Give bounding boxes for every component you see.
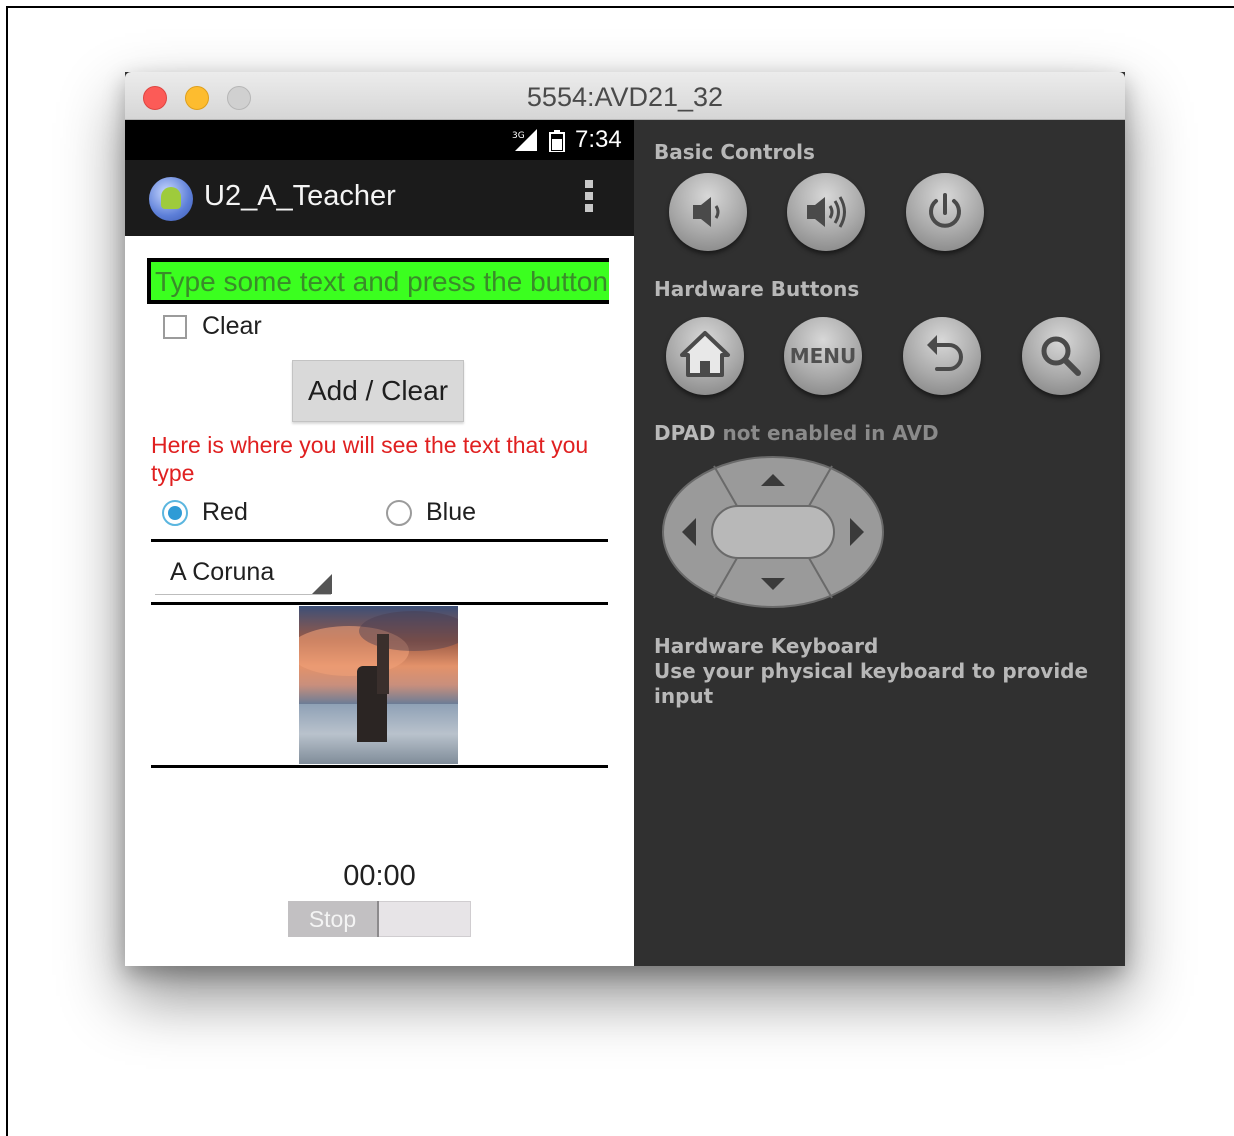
search-icon: [1041, 336, 1081, 376]
app-icon[interactable]: [149, 177, 193, 221]
clear-checkbox-label[interactable]: Clear: [202, 312, 262, 341]
add-clear-button[interactable]: Add / Clear: [292, 360, 464, 422]
overflow-menu-icon[interactable]: [583, 180, 595, 218]
status-bar: 3G 7:34: [125, 120, 634, 160]
divider: [151, 602, 608, 605]
basic-controls-title: Basic Controls: [654, 140, 815, 164]
phone-screen: 3G 7:34 U2_A_Teacher Type some text and …: [125, 120, 634, 966]
volume-up-button[interactable]: [787, 173, 865, 251]
landscape-photo: [299, 606, 458, 764]
hardware-buttons-title: Hardware Buttons: [654, 277, 860, 301]
menu-button-label: MENU: [789, 344, 857, 368]
clear-checkbox[interactable]: [163, 315, 187, 339]
spinner-arrow-icon[interactable]: [312, 574, 332, 594]
city-spinner[interactable]: A Coruna: [170, 558, 274, 587]
radio-blue[interactable]: [386, 500, 412, 526]
dpad-title-bold: DPAD: [654, 421, 716, 445]
back-icon: [927, 335, 963, 371]
stop-button[interactable]: Stop: [288, 901, 379, 937]
back-button[interactable]: [903, 317, 981, 395]
power-button[interactable]: [906, 173, 984, 251]
text-input[interactable]: Type some text and press the button: [147, 258, 609, 304]
volume-up-icon: [807, 196, 846, 228]
home-button[interactable]: [666, 317, 744, 395]
dpad-title: DPAD not enabled in AVD: [654, 421, 939, 445]
keyboard-description: Use your physical keyboard to provide in…: [654, 659, 1089, 708]
keyboard-section: Hardware Keyboard Use your physical keyb…: [654, 634, 1125, 709]
signal-icon: 3G: [512, 129, 537, 151]
dpad-center-button: [711, 505, 835, 559]
keyboard-title: Hardware Keyboard: [654, 634, 879, 658]
emulator-window: 5554:AVD21_32 3G 7:34 U2_A_Teacher Type …: [125, 72, 1125, 966]
dpad-title-rest: not enabled in AVD: [715, 421, 939, 445]
window-titlebar: 5554:AVD21_32: [125, 72, 1125, 120]
power-icon: [929, 193, 961, 228]
search-button[interactable]: [1022, 317, 1100, 395]
volume-down-icon: [693, 197, 720, 227]
output-text: Here is where you will see the text that…: [151, 432, 589, 486]
volume-down-button[interactable]: [669, 173, 747, 251]
app-title: U2_A_Teacher: [204, 180, 396, 212]
status-time: 7:34: [575, 126, 622, 153]
dpad-control[interactable]: [662, 456, 884, 608]
menu-button[interactable]: MENU: [784, 317, 862, 395]
radio-red[interactable]: [162, 500, 188, 526]
action-bar: U2_A_Teacher: [125, 160, 634, 236]
battery-icon: [549, 130, 565, 152]
controls-panel: Basic Controls Hardware Buttons MENU DPA…: [634, 120, 1125, 966]
radio-red-label[interactable]: Red: [202, 498, 248, 527]
home-icon: [680, 331, 730, 377]
divider: [151, 765, 608, 768]
radio-blue-label[interactable]: Blue: [426, 498, 476, 527]
spinner-underline: [155, 594, 331, 595]
network-label: 3G: [512, 131, 525, 141]
timer-display: 00:00: [343, 860, 416, 892]
divider: [151, 539, 608, 542]
window-title: 5554:AVD21_32: [526, 82, 724, 112]
